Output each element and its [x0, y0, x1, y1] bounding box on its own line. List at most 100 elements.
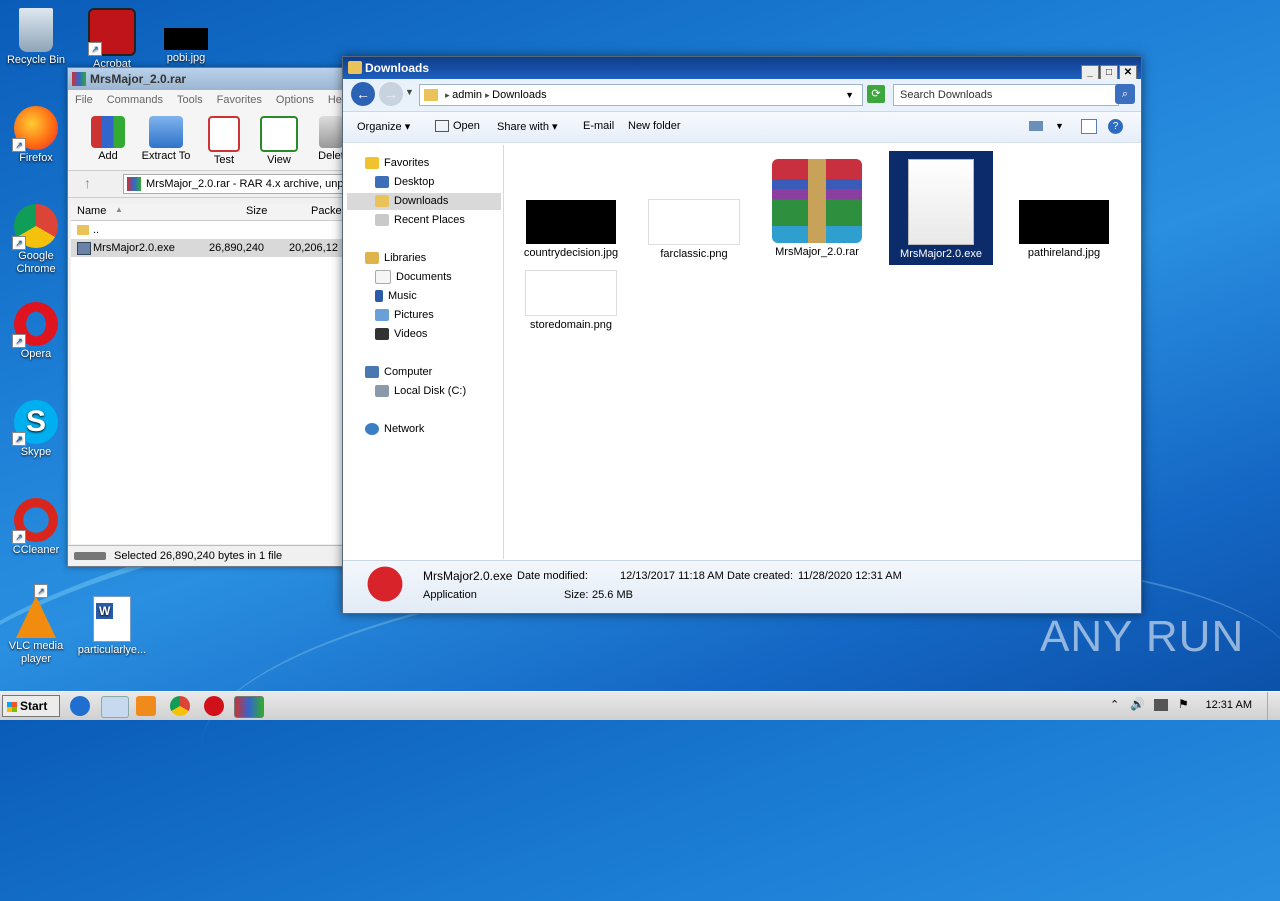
file-name: MrsMajor2.0.exe	[900, 248, 982, 260]
winrar-titlebar[interactable]: MrsMajor_2.0.rar	[68, 68, 358, 90]
list-row-parent[interactable]: ..	[71, 221, 358, 239]
desktop-icon-skype[interactable]: S ↗ Skype	[0, 400, 72, 459]
new-folder-button[interactable]: New folder	[628, 120, 681, 132]
menu-file[interactable]: File	[75, 94, 93, 106]
search-icon[interactable]: ⌕	[1115, 84, 1135, 104]
archive-path-field[interactable]: MrsMajor_2.0.rar - RAR 4.x archive, unp	[123, 174, 358, 194]
volume-icon[interactable]: 🔊	[1130, 697, 1145, 711]
start-button[interactable]: Start	[2, 695, 60, 717]
action-center-flag-icon[interactable]: ⚑	[1178, 697, 1189, 711]
test-button[interactable]: Test	[196, 116, 252, 166]
breadcrumb-admin[interactable]: admin	[452, 89, 482, 101]
desktop-icon-chrome[interactable]: ↗ Google Chrome	[0, 204, 72, 276]
desktop-icon-ccleaner[interactable]: ↗ CCleaner	[0, 498, 72, 557]
desktop-icon-acrobat[interactable]: ↗ Acrobat	[76, 8, 148, 71]
list-row-file[interactable]: MrsMajor2.0.exe 26,890,240 20,206,12	[71, 239, 358, 257]
email-button[interactable]: E-mail	[583, 120, 614, 132]
preview-pane-icon[interactable]	[1081, 119, 1097, 134]
nav-libraries[interactable]: Libraries	[365, 250, 426, 267]
help-icon[interactable]: ?	[1108, 119, 1123, 134]
winrar-window[interactable]: MrsMajor_2.0.rar File Commands Tools Favori…	[67, 67, 359, 567]
search-input[interactable]: Search Downloads	[893, 84, 1119, 106]
archive-path-text: MrsMajor_2.0.rar - RAR 4.x archive, unp	[146, 178, 344, 190]
breadcrumb-downloads[interactable]: Downloads	[492, 89, 546, 101]
desktop-icon-opera[interactable]: ↗ Opera	[0, 302, 72, 361]
desktop-icon-label: Recycle Bin	[6, 54, 66, 66]
explorer-window[interactable]: Downloads _ □ ✕ ← → ▼ ▸ admin ▸ Downloads …	[342, 56, 1142, 614]
file-item[interactable]: pathireland.jpg	[1012, 151, 1116, 261]
menu-commands[interactable]: Commands	[107, 94, 163, 106]
nav-computer[interactable]: Computer	[365, 364, 432, 381]
up-arrow-icon[interactable]: ↑	[84, 175, 91, 191]
file-item[interactable]: countrydecision.jpg	[519, 151, 623, 261]
folder-icon	[149, 116, 183, 148]
downloads-folder-icon	[375, 195, 389, 208]
details-modified-label: Date modified:	[517, 570, 588, 582]
add-button[interactable]: Add	[80, 116, 136, 162]
media-player-icon[interactable]	[136, 696, 156, 716]
column-name[interactable]: Name	[77, 205, 106, 217]
tray-overflow-icon[interactable]: ⌃	[1110, 698, 1119, 711]
file-item[interactable]: storedomain.png	[519, 270, 623, 340]
desktop-icon-label: particularlye...	[77, 644, 147, 656]
extract-to-button[interactable]: Extract To	[138, 116, 194, 162]
file-item-selected[interactable]: MrsMajor2.0.exe	[889, 151, 993, 265]
nav-network[interactable]: Network	[365, 421, 424, 438]
nav-music[interactable]: Music	[375, 288, 417, 305]
desktop-icon-word-doc[interactable]: W particularlye...	[76, 596, 148, 657]
nav-desktop[interactable]: Desktop	[375, 174, 434, 191]
file-view[interactable]: countrydecision.jpg farclassic.png MrsMa…	[507, 145, 1141, 559]
desktop-icon-firefox[interactable]: ↗ Firefox	[0, 106, 72, 165]
history-dropdown-icon[interactable]: ▼	[405, 87, 414, 97]
opera-taskbar-icon[interactable]	[204, 696, 224, 716]
winrar-toolbar: Add Extract To Test View Delet	[68, 110, 358, 171]
word-document-icon: W	[93, 596, 131, 642]
image-thumbnail-icon	[164, 28, 208, 50]
desktop-icon-label: VLC media player	[8, 640, 64, 665]
view-dropdown-icon[interactable]: ▼	[1055, 121, 1064, 131]
nav-pictures[interactable]: Pictures	[375, 307, 434, 324]
details-created-label: Date created:	[727, 570, 794, 582]
show-desktop-button[interactable]	[1267, 692, 1280, 720]
clock[interactable]: 12:31 AM	[1206, 699, 1252, 711]
refresh-icon[interactable]: ⟳	[867, 85, 885, 103]
winrar-taskbar-icon[interactable]	[234, 696, 264, 718]
search-placeholder: Search Downloads	[900, 89, 993, 101]
file-name: countrydecision.jpg	[523, 247, 619, 259]
organize-button[interactable]: Organize ▾	[357, 120, 410, 133]
file-item[interactable]: MrsMajor_2.0.rar	[765, 151, 869, 261]
address-field[interactable]: ▸ admin ▸ Downloads ▼	[419, 84, 863, 106]
forward-button[interactable]: →	[379, 82, 403, 106]
desktop-icon-pobi[interactable]: pobi.jpg	[150, 8, 222, 65]
network-tray-icon[interactable]	[1154, 699, 1168, 711]
archive-file-list[interactable]: Name ▲ Size Packed .. MrsMajor2.0.exe 26…	[71, 204, 358, 544]
menu-tools[interactable]: Tools	[177, 94, 203, 106]
nav-recent-places[interactable]: Recent Places	[375, 212, 465, 229]
file-item[interactable]: farclassic.png	[642, 151, 746, 261]
file-explorer-icon[interactable]	[101, 696, 129, 718]
internet-explorer-icon[interactable]	[70, 696, 90, 716]
menu-favorites[interactable]: Favorites	[217, 94, 262, 106]
nav-documents[interactable]: Documents	[375, 269, 452, 286]
explorer-title: Downloads	[365, 61, 430, 75]
desktop-icon-recycle-bin[interactable]: Recycle Bin	[0, 8, 72, 67]
command-bar: Organize ▾ Open Share with ▾ E-mail New …	[343, 112, 1141, 143]
view-options-icon[interactable]	[1029, 121, 1043, 131]
chrome-taskbar-icon[interactable]	[170, 696, 190, 716]
address-dropdown-icon[interactable]: ▼	[845, 85, 854, 105]
desktop-icon-vlc[interactable]: ↗ VLC media player	[0, 584, 72, 666]
open-button[interactable]: Open	[435, 120, 480, 133]
opera-icon: ↗	[12, 302, 58, 348]
winrar-archive-icon	[772, 159, 862, 243]
nav-videos[interactable]: Videos	[375, 326, 427, 343]
nav-downloads[interactable]: Downloads	[347, 193, 501, 210]
view-button[interactable]: View	[251, 116, 307, 166]
menu-options[interactable]: Options	[276, 94, 314, 106]
share-with-button[interactable]: Share with ▾	[497, 120, 558, 133]
nav-favorites[interactable]: Favorites	[365, 155, 429, 172]
column-size[interactable]: Size	[246, 205, 267, 217]
back-button[interactable]: ←	[351, 82, 375, 106]
desktop-icon-label: Skype	[20, 446, 52, 458]
explorer-titlebar[interactable]: Downloads _ □ ✕	[343, 57, 1141, 81]
nav-local-disk[interactable]: Local Disk (C:)	[375, 383, 466, 400]
